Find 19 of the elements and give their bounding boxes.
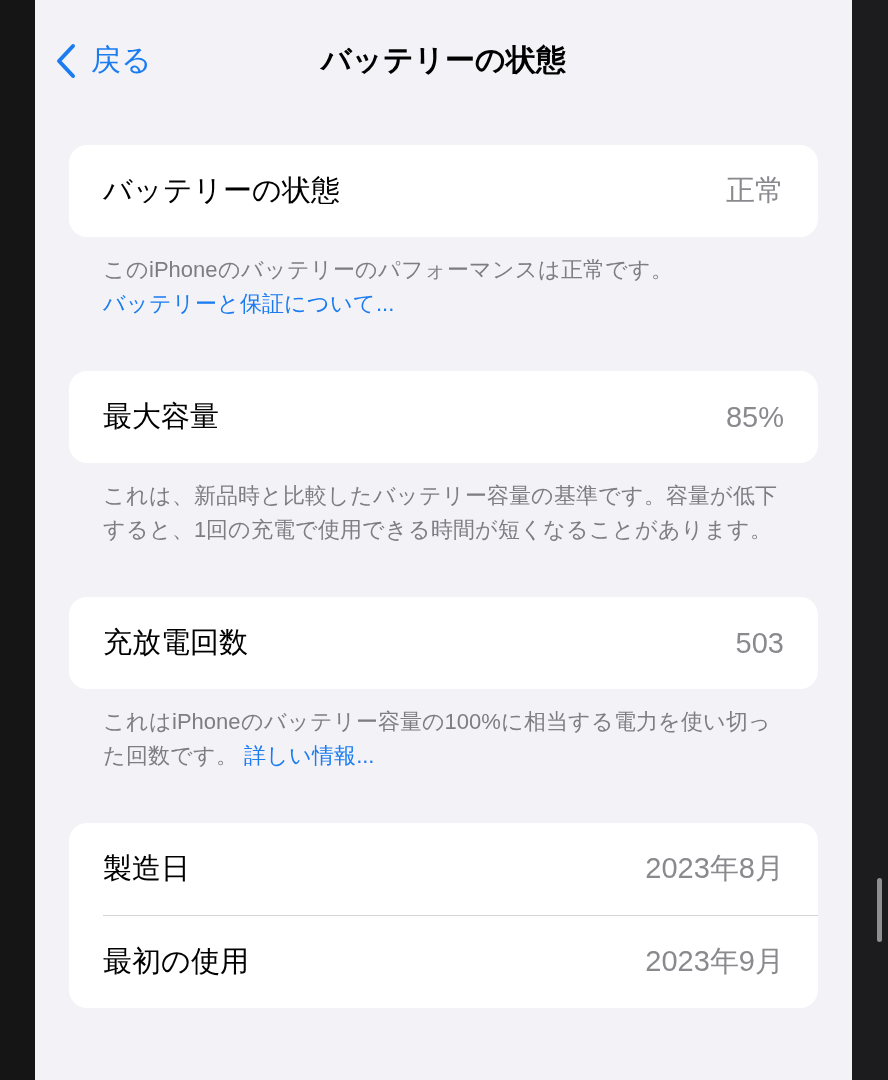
row-label: 最大容量 bbox=[103, 399, 219, 434]
info-link[interactable]: 詳しい情報... bbox=[244, 743, 375, 768]
section-footer: これはiPhoneのバッテリー容量の100%に相当する電力を使い切った回数です。 詳しい情報... bbox=[103, 705, 788, 773]
section-footer: このiPhoneのバッテリーのパフォーマンスは正常です。 バッテリーと保証について... bbox=[103, 253, 788, 321]
row-label: 充放電回数 bbox=[103, 625, 248, 660]
row-label: 製造日 bbox=[103, 851, 190, 886]
scroll-bar bbox=[877, 878, 882, 942]
section-footer: これは、新品時と比較したバッテリー容量の基準です。容量が低下すると、1回の充電で使用できる時間が短くなることがあります。 bbox=[103, 479, 788, 547]
page-title: バッテリーの状態 bbox=[321, 42, 566, 78]
row-value: 2023年9月 bbox=[645, 944, 784, 979]
back-button[interactable]: 戻る bbox=[55, 40, 152, 81]
row-value: 85% bbox=[725, 400, 784, 434]
row-value: 2023年8月 bbox=[645, 851, 784, 886]
chevron-left-icon bbox=[55, 42, 77, 79]
row-value: 503 bbox=[735, 626, 784, 660]
info-link[interactable]: バッテリーと保証について... bbox=[103, 291, 395, 316]
row-label: バッテリーの状態 bbox=[103, 173, 340, 208]
row-label: 最初の使用 bbox=[103, 944, 249, 979]
row-value: 正常 bbox=[726, 173, 784, 208]
